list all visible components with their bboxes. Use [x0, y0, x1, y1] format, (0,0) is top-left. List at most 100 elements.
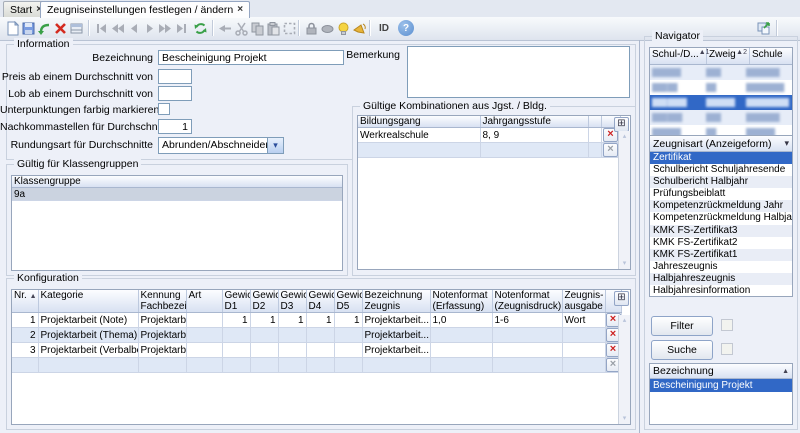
kombinationen-col-bildungsgang[interactable]: Bildungsgang — [358, 116, 480, 128]
col-zeugnisausgabe[interactable]: Zeugnis-ausgabe — [562, 290, 605, 313]
col-gewicht-d3[interactable]: GewichtD3 — [278, 290, 306, 313]
rundungsart-select[interactable]: Abrunden/Abschneiden ▾ — [158, 137, 284, 154]
col-gewicht-d2[interactable]: GewichtD2 — [250, 290, 278, 313]
list-item[interactable]: KMK FS-Zertifikat3 — [650, 225, 792, 237]
klassengruppe-col[interactable]: Klassengruppe — [12, 176, 342, 188]
new-document-icon[interactable] — [4, 20, 20, 36]
col-notenformat-erfassung[interactable]: Notenformat(Erfassung) — [430, 290, 492, 313]
undo-icon[interactable] — [36, 20, 52, 36]
list-item[interactable]: KMK FS-Zertifikat2 — [650, 237, 792, 249]
table-row[interactable]: ██████ ███ ███████ — [650, 65, 792, 80]
lightbulb-icon[interactable] — [335, 20, 351, 36]
id-button[interactable]: ID — [374, 20, 394, 36]
col-art[interactable]: Art — [186, 290, 222, 313]
paste-icon[interactable] — [265, 20, 281, 36]
filter-button[interactable]: Filter — [651, 316, 713, 336]
tab-zeugniseinstellungen[interactable]: Zeugniseinstellungen festlegen / ändern … — [40, 1, 250, 18]
table-row[interactable]: × — [358, 143, 620, 158]
nav-last-icon[interactable] — [173, 20, 189, 36]
add-row-icon[interactable]: ⊞ — [614, 117, 629, 132]
scroll-up-icon[interactable]: ▴ — [619, 316, 630, 325]
sort-asc-icon: ▲ — [782, 368, 789, 375]
add-row-icon[interactable]: ⊞ — [614, 291, 629, 306]
nav-col-schule-dienst[interactable]: Schul-/D...▲1 — [650, 48, 707, 64]
klassengruppe-cell[interactable]: 9a — [12, 188, 342, 201]
list-item[interactable]: Kompetenzrückmeldung Jahr — [650, 200, 792, 212]
refresh-icon[interactable] — [192, 20, 208, 36]
suche-button[interactable]: Suche — [651, 340, 713, 360]
col-notenformat-zeugnisdruck[interactable]: Notenformat(Zeugnisdruck) — [492, 290, 562, 313]
information-group-title: Information — [14, 38, 73, 50]
jahrgangsstufe-cell[interactable]: 8, 9 — [480, 128, 588, 143]
delete-icon[interactable] — [52, 20, 68, 36]
table-row[interactable]: Werkrealschule 8, 9 × — [358, 128, 620, 143]
undock-icon[interactable] — [755, 20, 771, 36]
col-kategorie[interactable]: Kategorie — [38, 290, 138, 313]
col-bezeichnung-zeugnis[interactable]: BezeichnungZeugnis — [362, 290, 430, 313]
nachkommastellen-input[interactable] — [158, 119, 192, 134]
table-row[interactable]: ███ ███ ███ ███████ — [650, 110, 792, 125]
zeugnisart-header[interactable]: Zeugnisart (Anzeigeform) ▾ — [650, 136, 792, 152]
chevron-down-icon[interactable]: ▾ — [267, 138, 283, 153]
select-region-icon[interactable] — [281, 20, 297, 36]
copy-icon[interactable] — [249, 20, 265, 36]
col-gewicht-d1[interactable]: GewichtD1 — [222, 290, 250, 313]
form-icon[interactable] — [68, 20, 84, 36]
kombinationen-col-jahrgangsstufe[interactable]: Jahrgangsstufe — [480, 116, 588, 128]
scroll-down-icon[interactable]: ▾ — [619, 414, 630, 423]
nav-col-schule[interactable]: Schule — [750, 48, 792, 64]
list-item[interactable]: Schulbericht Halbjahr — [650, 176, 792, 188]
cut-icon[interactable] — [233, 20, 249, 36]
list-item[interactable]: Prüfungsbeiblatt — [650, 188, 792, 200]
col-nr[interactable]: Nr. ▲ — [12, 290, 38, 313]
unterpunktungen-checkbox[interactable] — [158, 103, 170, 115]
vertical-scrollbar[interactable]: ▴ ▾ — [618, 131, 630, 269]
unterpunktungen-label: Unterpunktungen farbig markieren — [0, 104, 153, 116]
table-row-selected[interactable]: ███ ████ ██████ █████████ — [650, 95, 792, 110]
table-row[interactable]: ███ ██ ██ ████████ — [650, 80, 792, 95]
table-row[interactable]: × — [12, 358, 621, 373]
table-row[interactable]: 9a — [12, 188, 342, 201]
scroll-up-icon[interactable]: ▴ — [619, 132, 630, 141]
col-gewicht-d4[interactable]: GewichtD4 — [306, 290, 334, 313]
list-item-selected[interactable]: Bescheinigung Projekt — [650, 379, 792, 392]
list-item[interactable]: Halbjahreszeugnis — [650, 273, 792, 285]
bemerkung-textarea[interactable] — [407, 46, 630, 98]
nav-fast-back-icon[interactable] — [109, 20, 125, 36]
bildungsgang-cell[interactable]: Werkrealschule — [358, 128, 480, 143]
list-item[interactable]: Zertifikat — [650, 152, 792, 164]
scroll-down-icon[interactable]: ▾ — [619, 259, 630, 268]
horn-icon[interactable] — [351, 20, 367, 36]
table-row[interactable]: 2 Projektarbeit (Thema) Projektarbei... … — [12, 328, 621, 343]
dropdown-arrow-icon[interactable]: ▾ — [784, 138, 789, 149]
nav-col-zweig[interactable]: Zweig▲2 — [707, 48, 750, 64]
preis-input[interactable] — [158, 69, 192, 84]
konfiguration-table: Nr. ▲ Kategorie KennungFachbezeichnu Art… — [11, 289, 631, 425]
nav-forward-icon[interactable] — [141, 20, 157, 36]
navigator-group: Navigator Schul-/D...▲1 Zweig▲2 Schule █… — [644, 36, 798, 430]
lob-input[interactable] — [158, 86, 192, 101]
sort-asc-icon: ▲2 — [736, 49, 747, 63]
list-item[interactable]: Kompetenzrückmeldung Halbjahr — [650, 212, 792, 224]
nav-first-icon[interactable] — [93, 20, 109, 36]
back-arrow-icon[interactable] — [217, 20, 233, 36]
table-row[interactable]: 1 Projektarbeit (Note) Projektarbei... 1… — [12, 313, 621, 328]
close-icon[interactable]: × — [237, 5, 243, 15]
list-item[interactable]: Halbjahresinformation — [650, 285, 792, 297]
list-item[interactable]: Schulbericht Schuljahresende — [650, 164, 792, 176]
save-icon[interactable] — [20, 20, 36, 36]
nav-fast-forward-icon[interactable] — [157, 20, 173, 36]
vertical-scrollbar[interactable]: ▴ ▾ — [618, 315, 630, 424]
nav-back-icon[interactable] — [125, 20, 141, 36]
ellipse-icon[interactable] — [319, 20, 335, 36]
list-item[interactable]: KMK FS-Zertifikat1 — [650, 249, 792, 261]
help-icon[interactable]: ? — [398, 20, 414, 36]
tab-zeugnis-label: Zeugniseinstellungen festlegen / ändern — [47, 4, 233, 16]
table-row[interactable]: 3 Projektarbeit (Verbalbeurteilung) Proj… — [12, 343, 621, 358]
rundungsart-value: Abrunden/Abschneiden — [159, 138, 267, 153]
list-item[interactable]: Jahreszeugnis — [650, 261, 792, 273]
lock-icon[interactable] — [303, 20, 319, 36]
col-gewicht-d5[interactable]: GewichtD5 — [334, 290, 362, 313]
ergebnis-header[interactable]: Bezeichnung ▲ — [650, 364, 792, 379]
col-kennung[interactable]: KennungFachbezeichnu — [138, 290, 186, 313]
